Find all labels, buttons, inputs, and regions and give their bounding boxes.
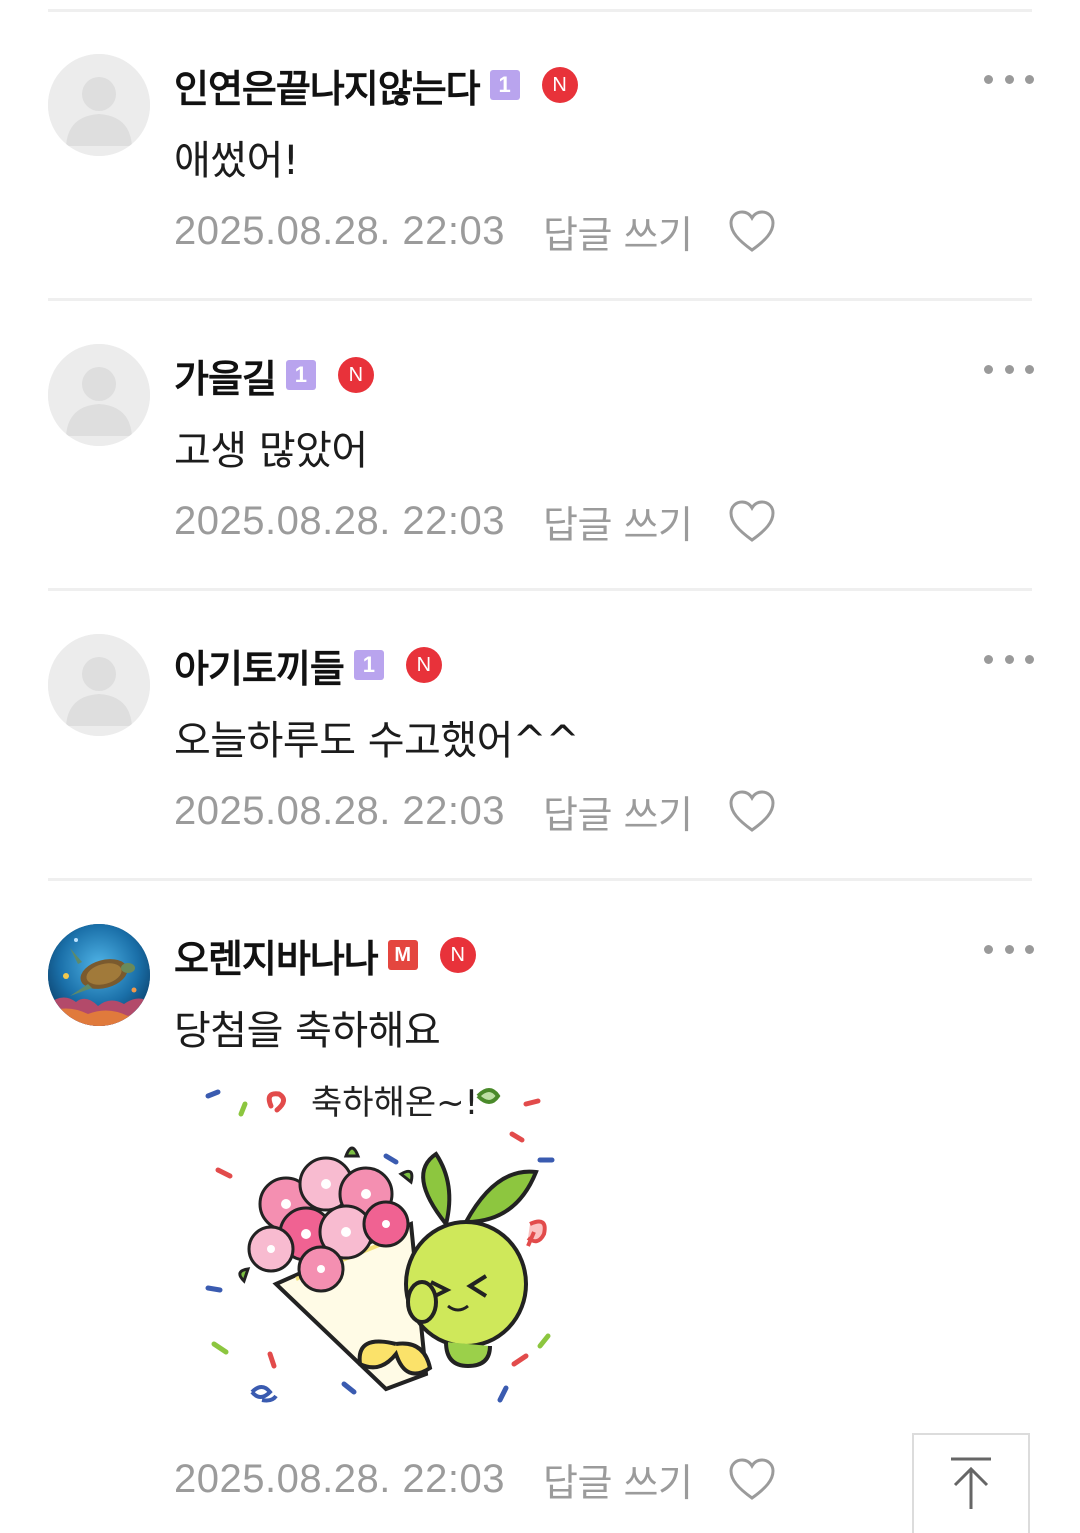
comment-date: 2025.08.28. 22:03 (174, 498, 506, 543)
comment-meta: 2025.08.28. 22:03 답글 쓰기 (174, 1451, 776, 1507)
comment-divider (48, 588, 1032, 591)
comment-meta: 2025.08.28. 22:03 답글 쓰기 (174, 783, 776, 839)
author-row: 가을길 1 N (174, 348, 374, 403)
avatar[interactable] (48, 344, 150, 446)
reply-button[interactable]: 답글 쓰기 (543, 204, 693, 259)
more-options-icon[interactable] (984, 358, 1034, 380)
more-options-icon[interactable] (984, 938, 1034, 960)
comment-date: 2025.08.28. 22:03 (174, 1456, 506, 1501)
arrow-up-to-top-icon (951, 1457, 991, 1509)
reply-button[interactable]: 답글 쓰기 (543, 494, 693, 549)
scroll-to-top-button[interactable] (912, 1433, 1030, 1533)
heart-outline-icon[interactable] (728, 789, 776, 833)
level-badge: 1 (353, 650, 384, 680)
comment-text: 애썼어! (174, 138, 299, 184)
comment-divider (48, 878, 1032, 881)
heart-outline-icon[interactable] (728, 499, 776, 543)
comment-meta: 2025.08.28. 22:03 답글 쓰기 (174, 493, 776, 549)
manager-badge: M (387, 940, 418, 970)
author-row: 아기토끼들 1 N (174, 638, 442, 693)
comment-meta: 2025.08.28. 22:03 답글 쓰기 (174, 203, 776, 259)
more-options-icon[interactable] (984, 68, 1034, 90)
reply-button[interactable]: 답글 쓰기 (543, 784, 693, 839)
level-badge: 1 (489, 70, 520, 100)
more-options-icon[interactable] (984, 648, 1034, 670)
author-name[interactable]: 인연은끝나지않는다 (174, 58, 481, 113)
sea-turtle-avatar-image (48, 924, 150, 1026)
author-name[interactable]: 아기토끼들 (174, 638, 345, 693)
author-name[interactable]: 가을길 (174, 348, 277, 403)
comment-text: 고생 많았어 (174, 428, 368, 474)
avatar[interactable] (48, 924, 150, 1026)
comment-date: 2025.08.28. 22:03 (174, 788, 506, 833)
avatar[interactable] (48, 54, 150, 156)
comment-text: 당첨을 축하해요 (174, 1008, 441, 1054)
author-row: 오렌지바나나 M N (174, 928, 476, 983)
default-profile-icon (48, 54, 150, 156)
level-badge: 1 (285, 360, 316, 390)
new-badge: N (405, 647, 442, 683)
author-row: 인연은끝나지않는다 1 N (174, 58, 578, 113)
reply-button[interactable]: 답글 쓰기 (543, 1452, 693, 1507)
heart-outline-icon[interactable] (728, 1457, 776, 1501)
new-badge: N (541, 67, 578, 103)
comment-divider (48, 298, 1032, 301)
top-divider (48, 9, 1032, 12)
new-badge: N (337, 357, 374, 393)
heart-outline-icon[interactable] (728, 209, 776, 253)
congratulations-sticker: 축하해온~! (205, 1083, 555, 1403)
sticker-caption: 축하해온~! (311, 1083, 478, 1123)
default-profile-icon (48, 344, 150, 446)
default-profile-icon (48, 634, 150, 736)
avatar[interactable] (48, 634, 150, 736)
author-name[interactable]: 오렌지바나나 (174, 928, 379, 983)
comment-date: 2025.08.28. 22:03 (174, 208, 506, 253)
new-badge: N (439, 937, 476, 973)
comment-text: 오늘하루도 수고했어^^ (174, 718, 579, 764)
